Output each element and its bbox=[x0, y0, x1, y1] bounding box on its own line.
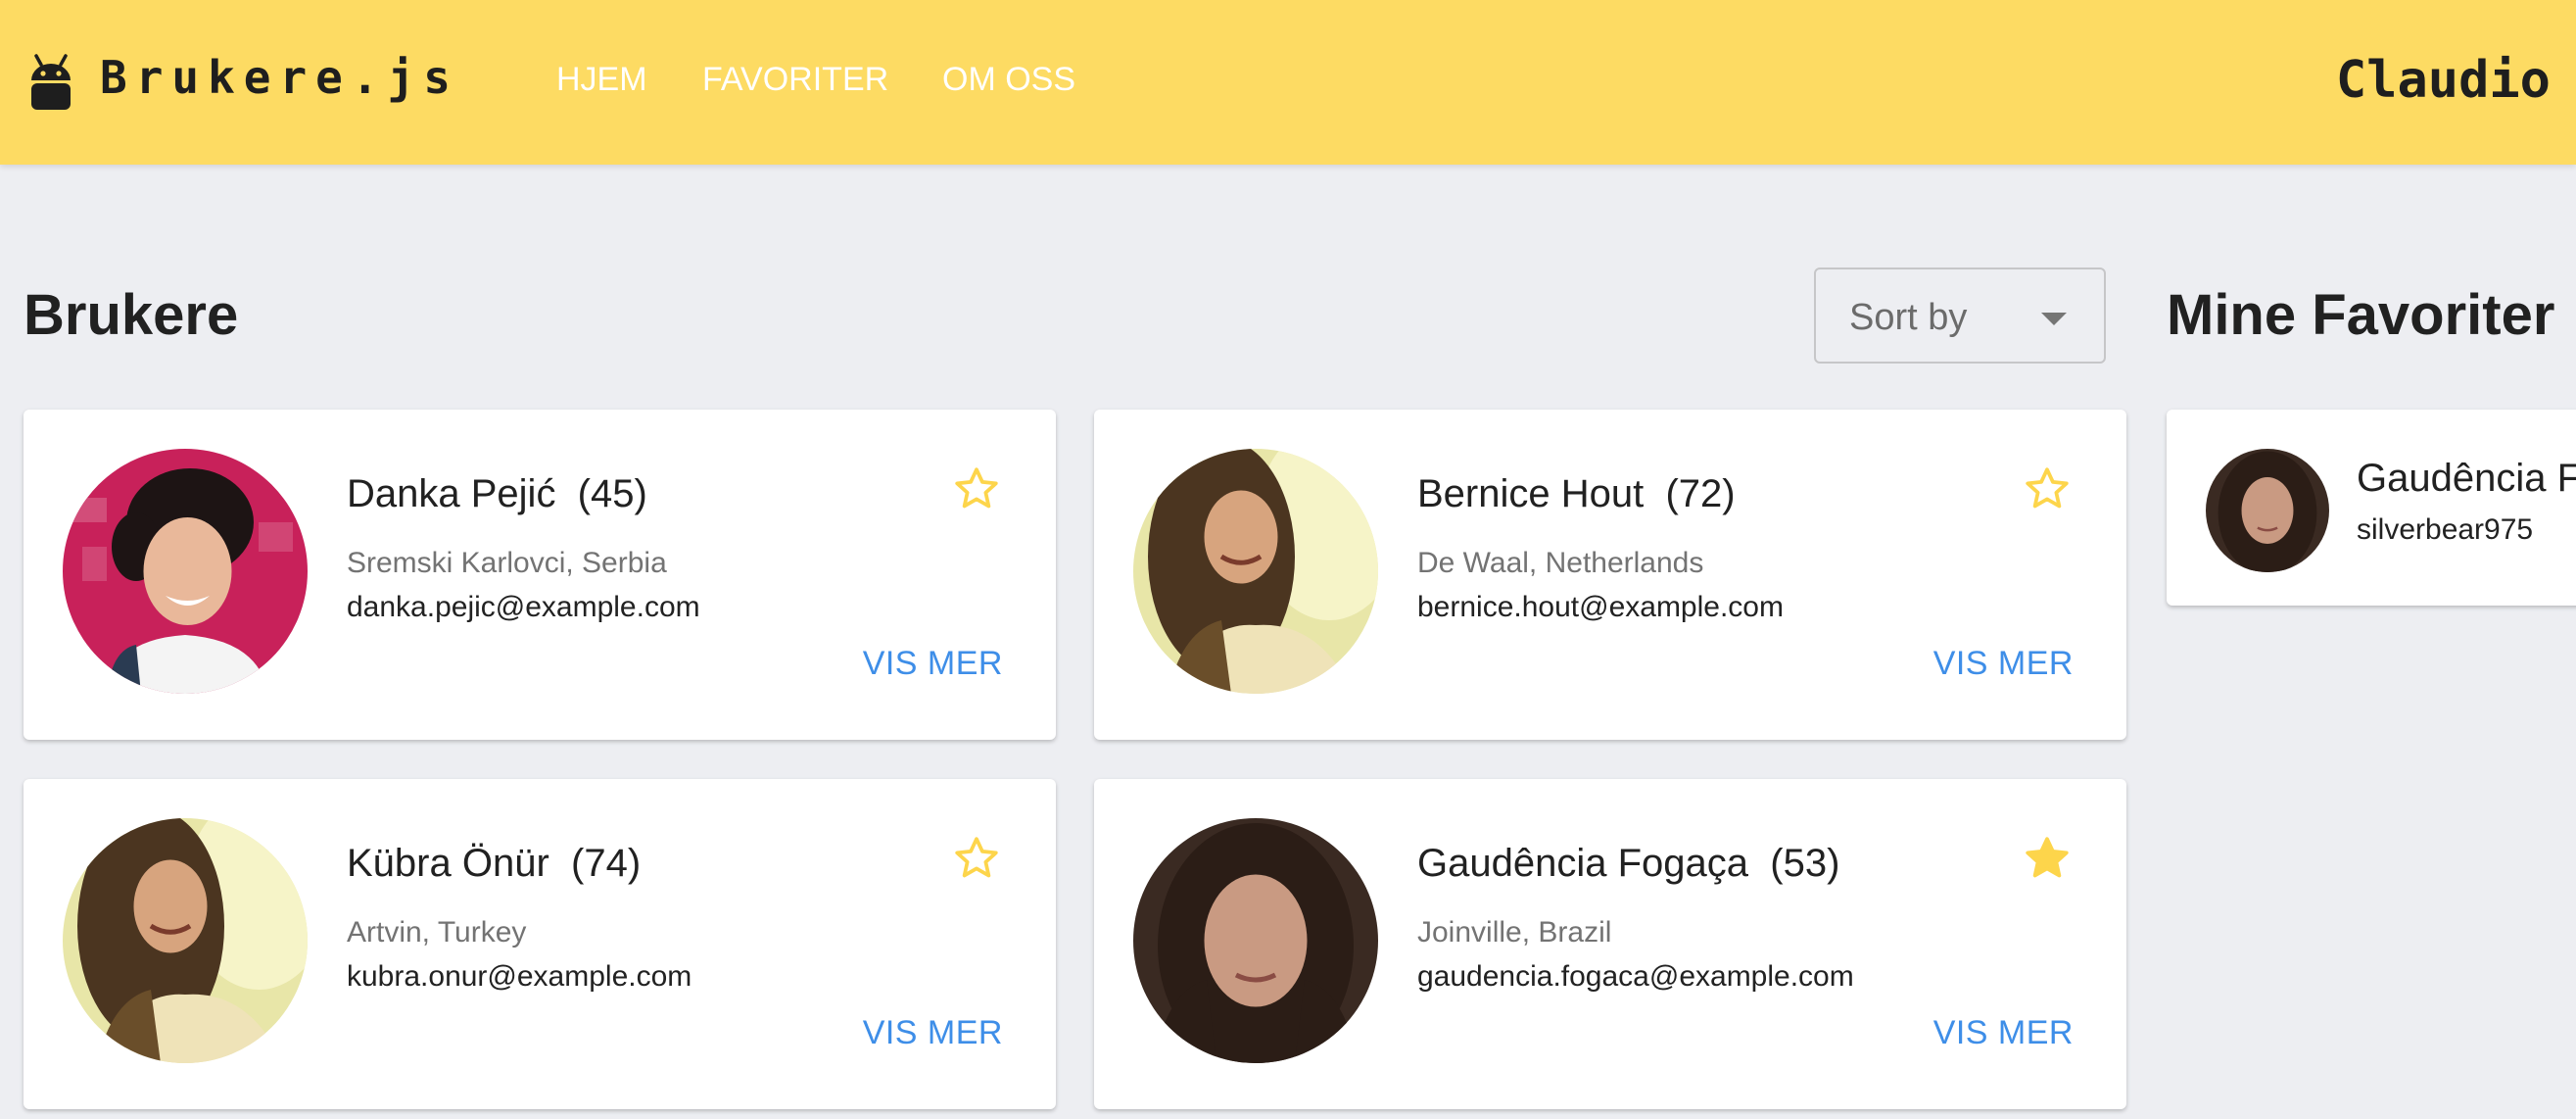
current-user-name[interactable]: Claudio bbox=[2336, 51, 2551, 110]
user-email: danka.pejic@example.com bbox=[347, 591, 700, 623]
sort-by-select[interactable]: Sort by bbox=[1814, 268, 2106, 364]
user-location: Sremski Karlovci, Serbia bbox=[347, 547, 667, 579]
star-outline-icon[interactable] bbox=[952, 464, 1001, 513]
user-name: Gaudência Fogaça (53) bbox=[1417, 842, 1840, 885]
nav-link-hjem[interactable]: HJEM bbox=[556, 61, 647, 99]
user-card: Bernice Hout (72) De Waal, Netherlands b… bbox=[1094, 410, 2126, 740]
star-outline-icon[interactable] bbox=[2023, 464, 2072, 513]
nav-link-om-oss[interactable]: OM OSS bbox=[942, 61, 1075, 99]
sort-by-label: Sort by bbox=[1849, 297, 1968, 338]
star-filled-icon[interactable] bbox=[2023, 834, 2072, 883]
vis-mer-button[interactable]: VIS MER bbox=[1933, 1014, 2074, 1052]
user-avatar bbox=[63, 449, 308, 694]
user-name: Bernice Hout (72) bbox=[1417, 472, 1736, 515]
favorite-avatar bbox=[2206, 449, 2329, 572]
star-outline-icon[interactable] bbox=[952, 834, 1001, 883]
user-avatar bbox=[1133, 818, 1378, 1063]
vis-mer-button[interactable]: VIS MER bbox=[863, 645, 1003, 683]
user-card: Danka Pejić (45) Sremski Karlovci, Serbi… bbox=[24, 410, 1056, 740]
user-email: bernice.hout@example.com bbox=[1417, 591, 1784, 623]
favorites-section-title: Mine Favoriter bbox=[2167, 283, 2555, 347]
user-location: Joinville, Brazil bbox=[1417, 916, 1612, 949]
user-card: Kübra Önür (74) Artvin, Turkey kubra.onu… bbox=[24, 779, 1056, 1109]
user-location: Artvin, Turkey bbox=[347, 916, 527, 949]
favorite-name: Gaudência F bbox=[2357, 457, 2576, 500]
users-section-title: Brukere bbox=[24, 283, 239, 347]
dropdown-arrow-icon bbox=[2041, 313, 2067, 325]
android-icon bbox=[31, 54, 71, 110]
app-brand[interactable]: Brukere.js bbox=[100, 51, 459, 104]
user-avatar bbox=[63, 818, 308, 1063]
vis-mer-button[interactable]: VIS MER bbox=[1933, 645, 2074, 683]
favorite-username: silverbear975 bbox=[2357, 513, 2534, 546]
user-name: Kübra Önür (74) bbox=[347, 842, 642, 885]
user-name: Danka Pejić (45) bbox=[347, 472, 647, 515]
top-app-bar: Brukere.js HJEM FAVORITER OM OSS Claudio bbox=[0, 0, 2576, 165]
vis-mer-button[interactable]: VIS MER bbox=[863, 1014, 1003, 1052]
user-email: kubra.onur@example.com bbox=[347, 960, 692, 993]
user-card: Gaudência Fogaça (53) Joinville, Brazil … bbox=[1094, 779, 2126, 1109]
user-location: De Waal, Netherlands bbox=[1417, 547, 1704, 579]
user-email: gaudencia.fogaca@example.com bbox=[1417, 960, 1854, 993]
nav-link-favoriter[interactable]: FAVORITER bbox=[702, 61, 888, 99]
favorite-card[interactable]: Gaudência F silverbear975 bbox=[2167, 410, 2576, 606]
user-avatar bbox=[1133, 449, 1378, 694]
